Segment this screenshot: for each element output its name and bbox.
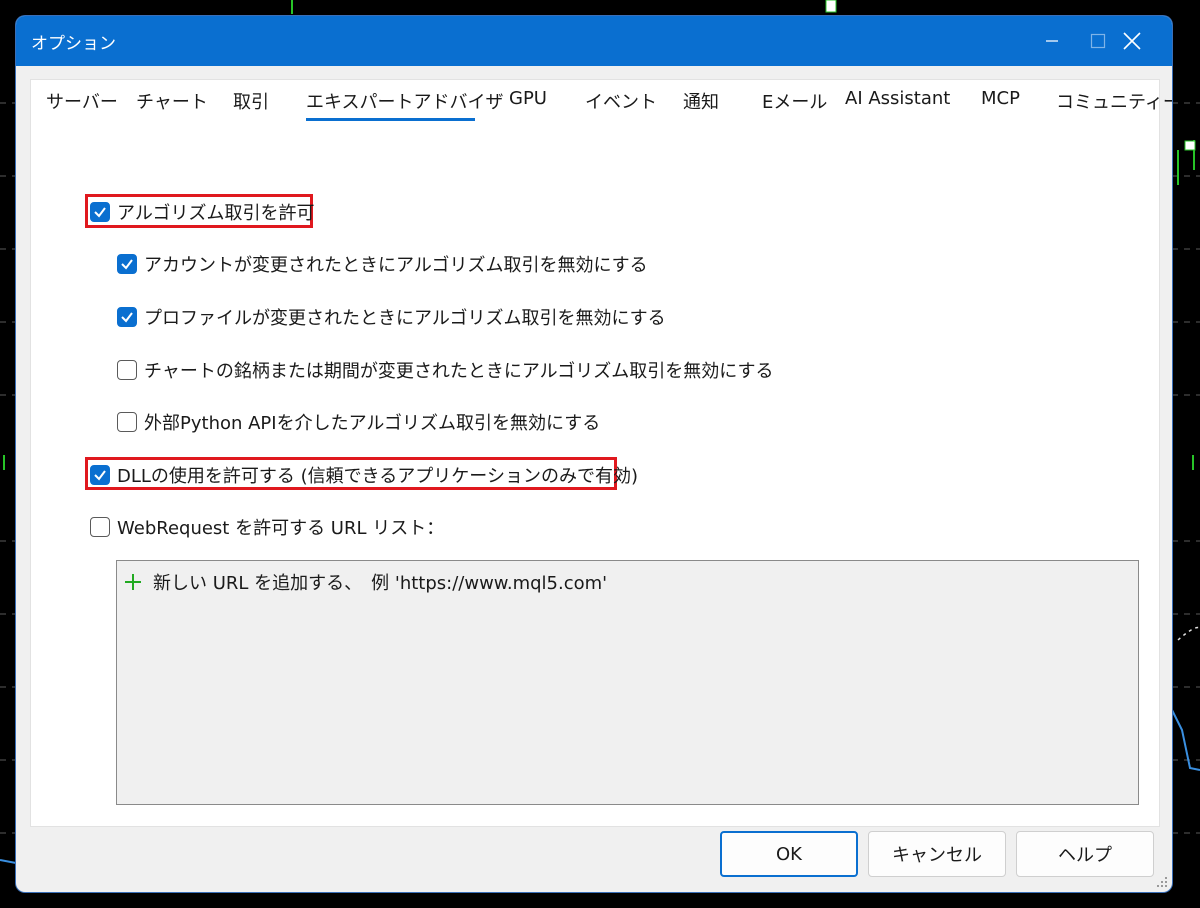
disable-on-account-change-label: アカウントが変更されたときにアルゴリズム取引を無効にする (144, 255, 648, 276)
plus-icon (125, 574, 141, 590)
tab-content-panel: サーバー チャート 取引 エキスパートアドバイザ GPU イベント 通知 Eメー… (30, 79, 1172, 827)
tab-mcp[interactable]: MCP (981, 88, 1020, 109)
maximize-icon (1090, 33, 1106, 49)
add-url-label: 新しい URL を追加する、 例 'https://www.mql5.com' (153, 573, 608, 594)
ok-button[interactable]: OK (720, 831, 858, 877)
tab-community[interactable]: コミュニティー (1056, 88, 1172, 114)
allow-algo-trading-label: アルゴリズム取引を許可 (117, 203, 315, 224)
close-icon (1123, 32, 1141, 50)
minimize-button[interactable] (1029, 16, 1075, 66)
options-dialog: オプション サーバー チャート 取引 エキスパートアドバイザ GPU イベント … (16, 16, 1172, 892)
allow-algo-trading-checkbox[interactable]: アルゴリズム取引を許可 (90, 199, 314, 225)
tab-ai-assistant[interactable]: AI Assistant (845, 88, 950, 109)
cancel-button[interactable]: キャンセル (868, 831, 1006, 877)
tab-expert-advisors[interactable]: エキスパートアドバイザ (306, 88, 503, 114)
checkbox-unchecked-icon (117, 360, 137, 380)
allow-dll-checkbox[interactable]: DLLの使用を許可する (信頼できるアプリケーションのみで有効) (90, 462, 638, 488)
tab-gpu[interactable]: GPU (509, 88, 547, 109)
disable-on-account-change-checkbox[interactable]: アカウントが変更されたときにアルゴリズム取引を無効にする (117, 251, 648, 277)
allow-webrequest-label: WebRequest を許可する URL リスト： (117, 518, 445, 539)
webrequest-url-list[interactable]: 新しい URL を追加する、 例 'https://www.mql5.com' (116, 560, 1139, 805)
selected-tab-indicator (306, 118, 475, 121)
checkbox-checked-icon (117, 254, 137, 274)
tab-email[interactable]: Eメール (762, 88, 827, 114)
checkbox-checked-icon (90, 465, 110, 485)
checkbox-checked-icon (117, 307, 137, 327)
resize-grip-icon[interactable] (1156, 876, 1168, 888)
tab-server[interactable]: サーバー (46, 88, 118, 114)
allow-dll-label: DLLの使用を許可する (信頼できるアプリケーションのみで有効) (117, 466, 638, 487)
disable-on-chart-change-label: チャートの銘柄または期間が変更されたときにアルゴリズム取引を無効にする (144, 361, 774, 382)
disable-on-profile-change-checkbox[interactable]: プロファイルが変更されたときにアルゴリズム取引を無効にする (117, 304, 666, 330)
tab-bar: サーバー チャート 取引 エキスパートアドバイザ GPU イベント 通知 Eメー… (31, 80, 1172, 140)
disable-python-api-checkbox[interactable]: 外部Python APIを介したアルゴリズム取引を無効にする (117, 409, 600, 435)
tab-events[interactable]: イベント (585, 88, 657, 114)
disable-on-chart-change-checkbox[interactable]: チャートの銘柄または期間が変更されたときにアルゴリズム取引を無効にする (117, 357, 773, 383)
minimize-icon (1046, 40, 1058, 42)
checkbox-checked-icon (90, 202, 110, 222)
tab-notifications[interactable]: 通知 (683, 88, 719, 114)
close-button[interactable] (1109, 16, 1155, 66)
window-title: オプション (31, 34, 116, 54)
disable-python-api-label: 外部Python APIを介したアルゴリズム取引を無効にする (144, 413, 601, 434)
help-button[interactable]: ヘルプ (1016, 831, 1154, 877)
title-bar[interactable]: オプション (16, 16, 1172, 66)
allow-webrequest-checkbox[interactable]: WebRequest を許可する URL リスト： (90, 514, 444, 540)
disable-on-profile-change-label: プロファイルが変更されたときにアルゴリズム取引を無効にする (144, 308, 666, 329)
tab-chart[interactable]: チャート (136, 88, 208, 114)
add-url-item[interactable]: 新しい URL を追加する、 例 'https://www.mql5.com' (123, 569, 607, 595)
tab-trade[interactable]: 取引 (233, 88, 269, 114)
checkbox-unchecked-icon (90, 517, 110, 537)
checkbox-unchecked-icon (117, 412, 137, 432)
